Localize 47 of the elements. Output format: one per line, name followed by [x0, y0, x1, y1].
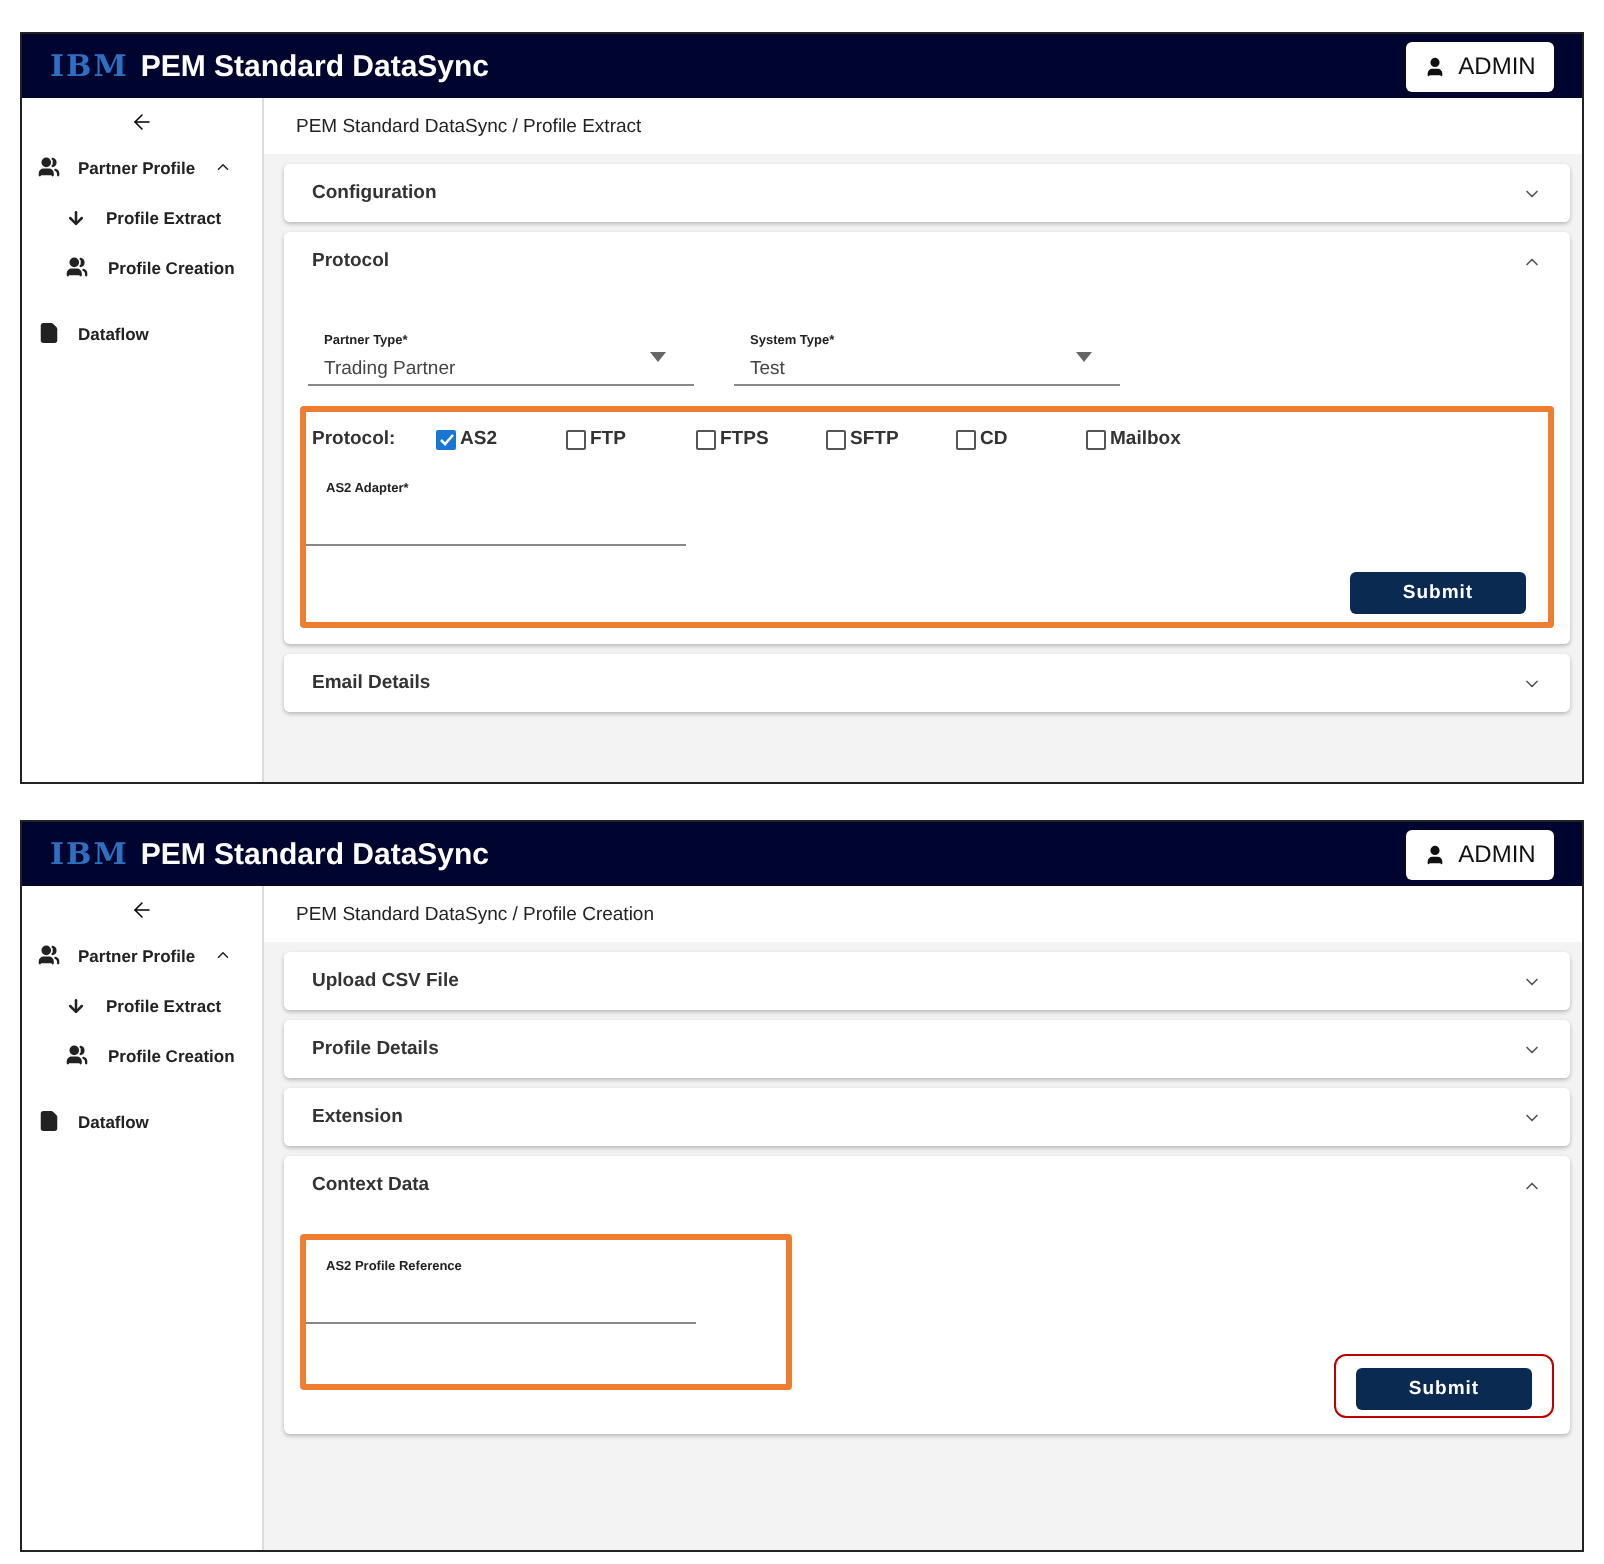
people-icon — [66, 1044, 88, 1066]
back-arrow-icon[interactable] — [130, 110, 154, 134]
people-icon — [66, 256, 88, 278]
app-title: PEM Standard DataSync — [140, 49, 490, 83]
protocol-checkbox[interactable]: FTPS — [696, 428, 826, 450]
user-icon — [1424, 843, 1447, 865]
logo: IBM — [50, 836, 129, 872]
protocol-checkbox[interactable]: AS2 — [436, 428, 566, 450]
breadcrumb: PEM Standard DataSync / Profile Extract — [264, 98, 1582, 154]
document-icon — [38, 1110, 60, 1132]
sidebar-item[interactable]: Partner Profile — [22, 142, 262, 192]
sidebar-item[interactable]: Partner Profile — [22, 930, 262, 980]
submit-button[interactable]: Submit — [1350, 572, 1526, 614]
document-icon — [38, 322, 60, 344]
protocol-checkbox[interactable]: CD — [956, 428, 1086, 450]
submit-button[interactable]: Submit — [1356, 1368, 1532, 1410]
protocol-checkbox[interactable]: Mailbox — [1086, 428, 1216, 450]
arrow-down-icon — [66, 995, 86, 1015]
sidebar-subitem[interactable]: Profile Creation — [22, 242, 262, 292]
sidebar-subitem[interactable]: Profile Creation — [22, 1030, 262, 1080]
protocol-checkbox[interactable]: FTP — [566, 428, 696, 450]
people-icon — [38, 944, 60, 966]
back-arrow-icon[interactable] — [130, 898, 154, 922]
sidebar-subitem[interactable]: Profile Extract — [22, 980, 262, 1030]
accordion-header[interactable]: Protocol — [284, 232, 1570, 290]
user-button[interactable]: ADMIN — [1406, 41, 1554, 91]
accordion-header[interactable]: Extension — [284, 1088, 1570, 1146]
user-icon — [1424, 55, 1447, 77]
protocol-label: Protocol: — [312, 428, 398, 450]
dropdown-caret-icon — [1076, 352, 1092, 362]
protocol-checkbox[interactable]: SFTP — [826, 428, 956, 450]
logo: IBM — [50, 48, 129, 84]
sidebar-item[interactable]: Dataflow — [22, 308, 262, 358]
breadcrumb: PEM Standard DataSync / Profile Creation — [264, 886, 1582, 942]
checkmark-icon — [439, 433, 453, 445]
user-button[interactable]: ADMIN — [1406, 829, 1554, 879]
accordion-header[interactable]: Configuration — [284, 164, 1570, 222]
accordion-header[interactable]: Profile Details — [284, 1020, 1570, 1078]
people-icon — [38, 156, 60, 178]
sidebar-subitem[interactable]: Profile Extract — [22, 192, 262, 242]
dropdown-caret-icon — [650, 352, 666, 362]
arrow-down-icon — [66, 207, 86, 227]
app-title: PEM Standard DataSync — [140, 837, 490, 871]
accordion-header[interactable]: Context Data — [284, 1156, 1570, 1214]
accordion-header[interactable]: Email Details — [284, 654, 1570, 712]
accordion-header[interactable]: Upload CSV File — [284, 952, 1570, 1010]
sidebar-item[interactable]: Dataflow — [22, 1096, 262, 1146]
